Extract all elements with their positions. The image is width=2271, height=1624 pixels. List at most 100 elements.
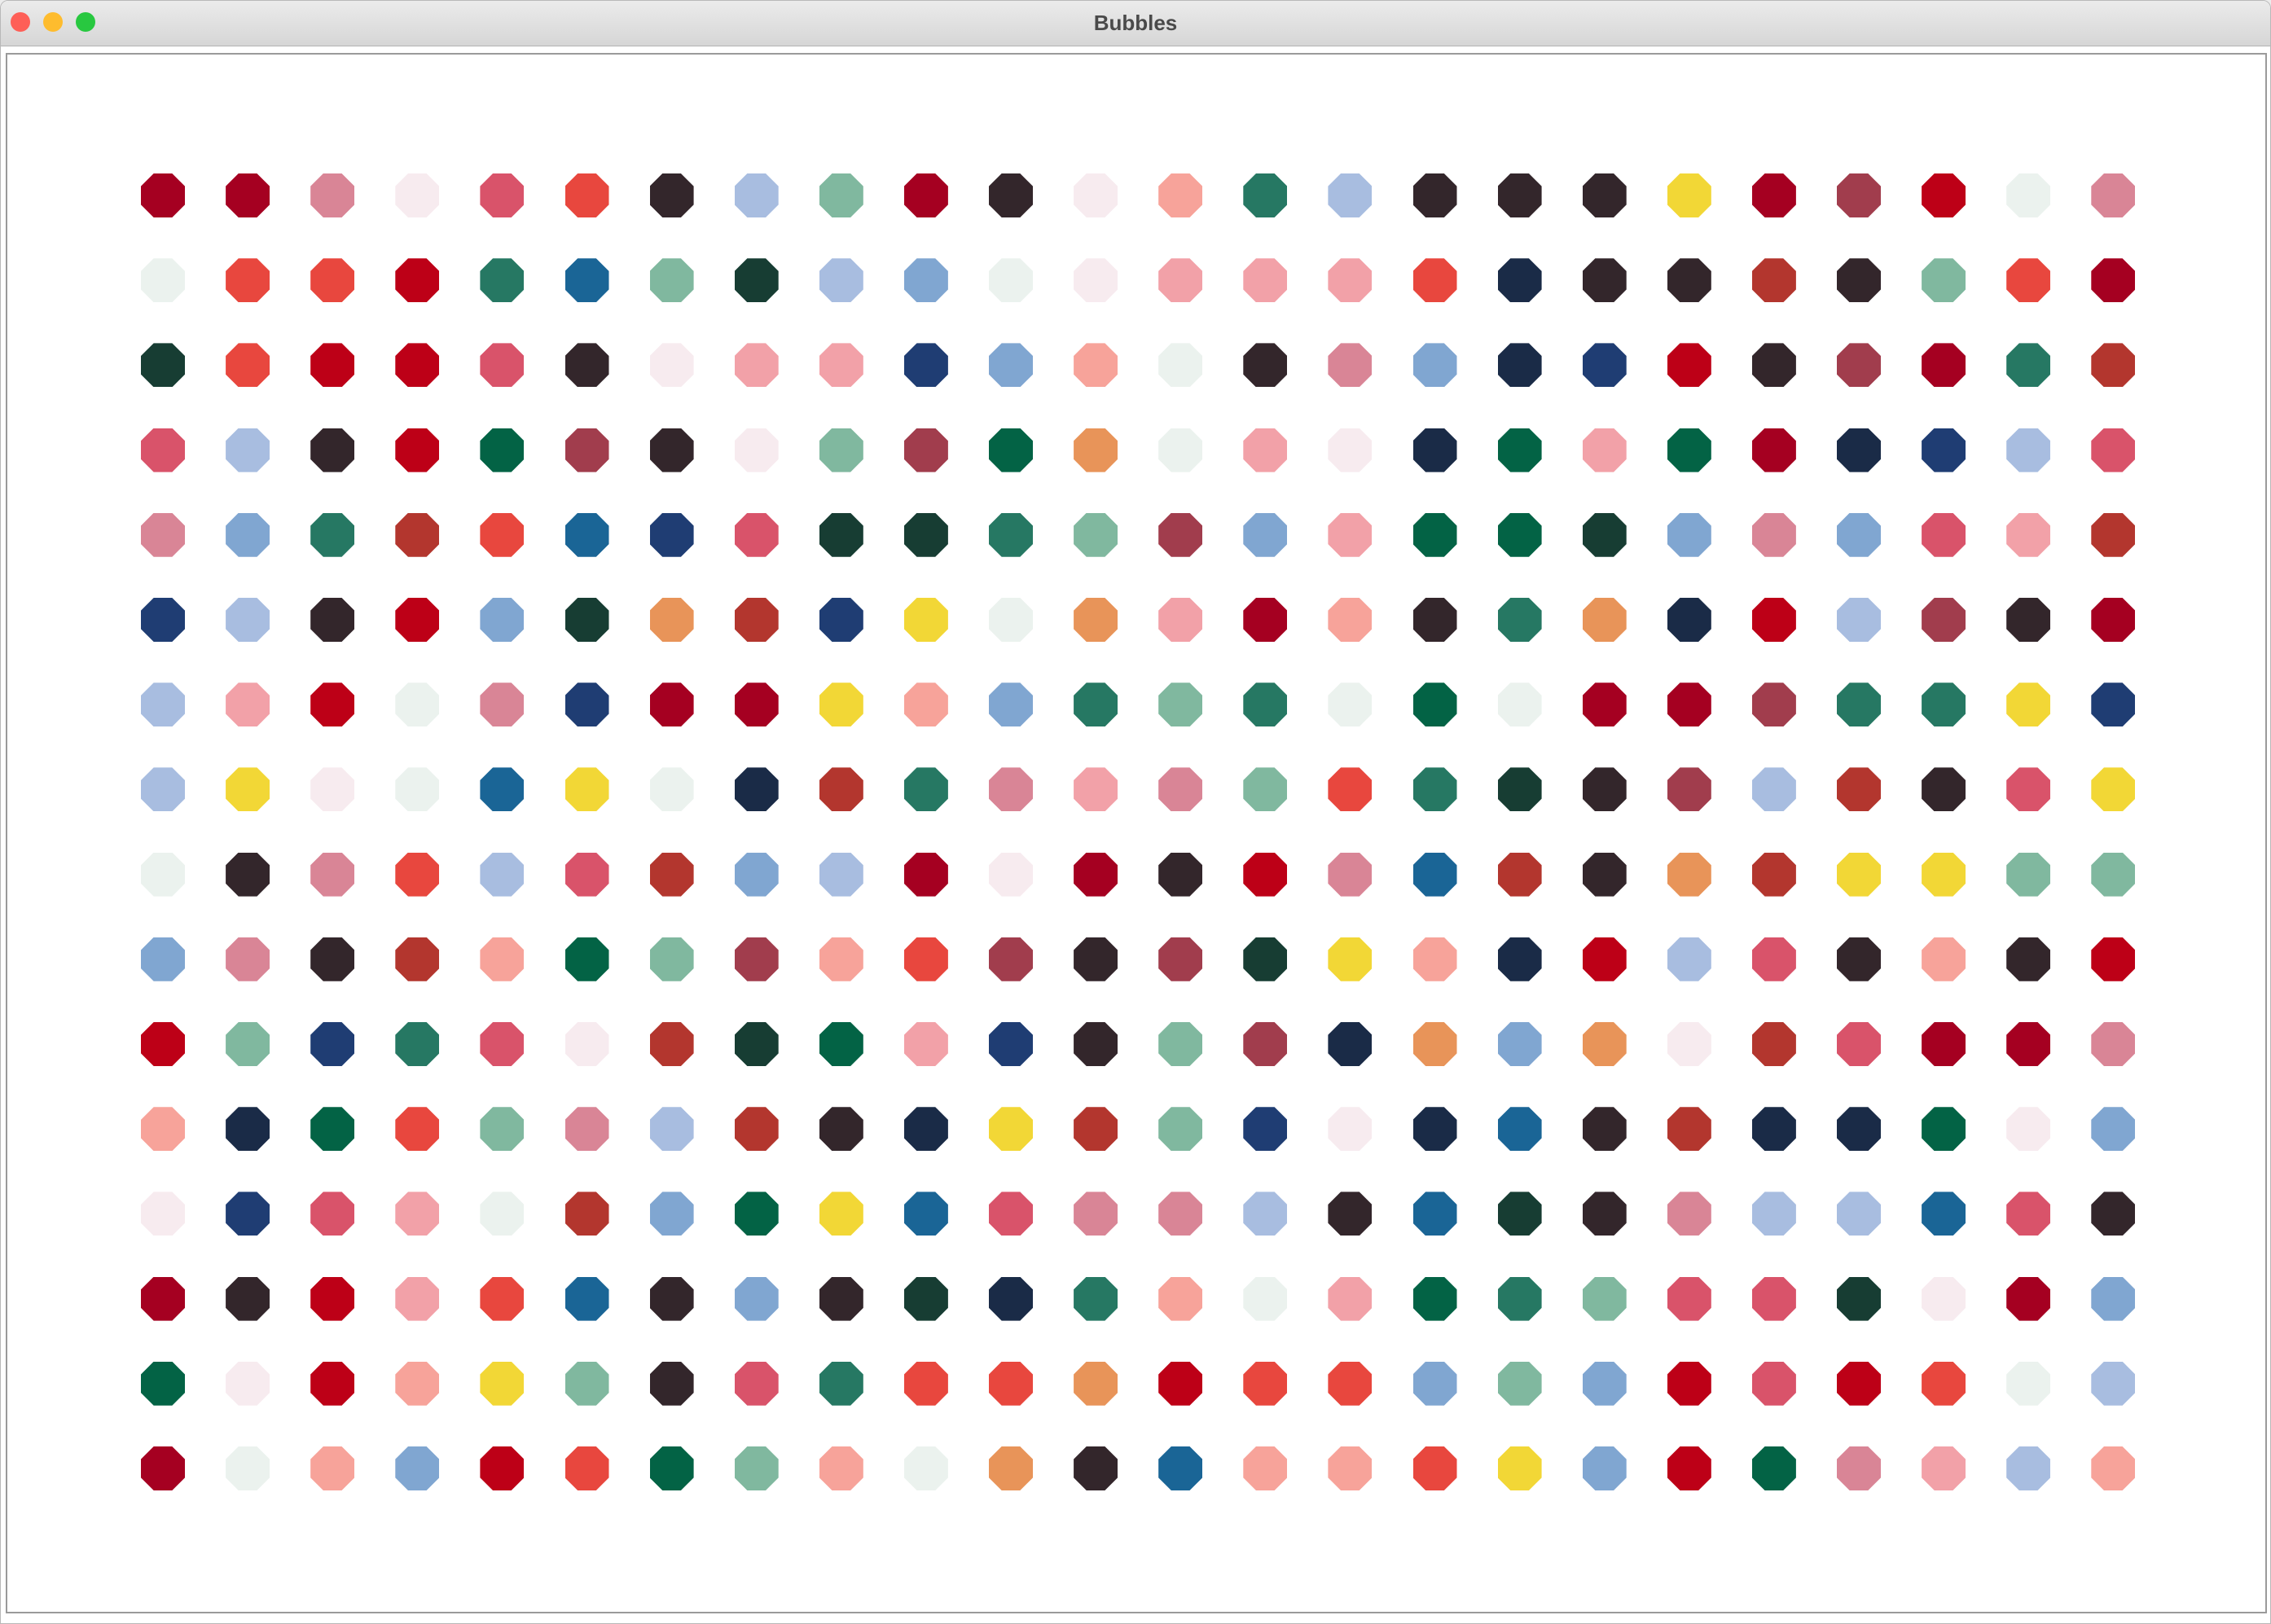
bubble[interactable]: [1328, 1107, 1373, 1152]
bubble[interactable]: [395, 173, 440, 217]
bubble[interactable]: [395, 1361, 440, 1406]
bubble[interactable]: [1243, 1022, 1288, 1066]
bubble[interactable]: [649, 1446, 694, 1490]
bubble[interactable]: [310, 1192, 355, 1236]
bubble[interactable]: [395, 683, 440, 727]
bubble[interactable]: [1243, 428, 1288, 472]
bubble[interactable]: [819, 343, 863, 388]
bubble[interactable]: [226, 512, 270, 557]
bubble[interactable]: [1158, 173, 1203, 217]
bubble[interactable]: [1074, 1276, 1118, 1321]
bubble[interactable]: [1158, 937, 1203, 981]
bubble[interactable]: [1667, 1192, 1711, 1236]
bubble[interactable]: [1412, 1022, 1457, 1066]
bubble[interactable]: [903, 852, 948, 897]
bubble[interactable]: [734, 258, 779, 303]
bubble[interactable]: [734, 428, 779, 472]
bubble[interactable]: [734, 598, 779, 642]
bubble[interactable]: [1667, 1276, 1711, 1321]
bubble[interactable]: [395, 852, 440, 897]
bubble[interactable]: [819, 1192, 863, 1236]
bubble[interactable]: [480, 428, 525, 472]
bubble[interactable]: [1922, 937, 1966, 981]
bubble[interactable]: [1412, 937, 1457, 981]
bubble[interactable]: [1837, 1361, 1881, 1406]
bubble[interactable]: [819, 1107, 863, 1152]
bubble[interactable]: [1922, 428, 1966, 472]
bubble[interactable]: [734, 852, 779, 897]
bubble[interactable]: [903, 1361, 948, 1406]
bubble[interactable]: [226, 937, 270, 981]
bubble[interactable]: [1328, 1361, 1373, 1406]
bubble[interactable]: [226, 1276, 270, 1321]
bubble[interactable]: [1243, 173, 1288, 217]
bubble[interactable]: [1667, 1446, 1711, 1490]
bubble[interactable]: [1158, 1022, 1203, 1066]
bubble[interactable]: [1837, 683, 1881, 727]
bubble[interactable]: [2006, 1361, 2051, 1406]
bubble[interactable]: [1582, 852, 1627, 897]
bubble[interactable]: [1667, 1361, 1711, 1406]
bubble[interactable]: [1837, 767, 1881, 812]
bubble[interactable]: [1243, 852, 1288, 897]
bubble[interactable]: [1922, 1361, 1966, 1406]
bubble[interactable]: [1328, 1276, 1373, 1321]
bubble[interactable]: [989, 683, 1033, 727]
bubble[interactable]: [903, 258, 948, 303]
bubble[interactable]: [480, 1022, 525, 1066]
bubble[interactable]: [395, 937, 440, 981]
bubble[interactable]: [734, 1361, 779, 1406]
bubble[interactable]: [1667, 1107, 1711, 1152]
bubble[interactable]: [1582, 512, 1627, 557]
bubble[interactable]: [141, 343, 185, 388]
bubble[interactable]: [395, 343, 440, 388]
bubble[interactable]: [1751, 512, 1796, 557]
bubble[interactable]: [1158, 598, 1203, 642]
bubble[interactable]: [903, 937, 948, 981]
bubble[interactable]: [1328, 683, 1373, 727]
bubble[interactable]: [480, 852, 525, 897]
bubble[interactable]: [1328, 598, 1373, 642]
bubble[interactable]: [1582, 343, 1627, 388]
bubble[interactable]: [1667, 852, 1711, 897]
bubble[interactable]: [1074, 428, 1118, 472]
bubble[interactable]: [1922, 852, 1966, 897]
bubble[interactable]: [2091, 683, 2136, 727]
bubble[interactable]: [1922, 258, 1966, 303]
bubble[interactable]: [1837, 1192, 1881, 1236]
bubble[interactable]: [1751, 598, 1796, 642]
bubble[interactable]: [395, 1107, 440, 1152]
bubble[interactable]: [480, 767, 525, 812]
bubble[interactable]: [1074, 767, 1118, 812]
bubble[interactable]: [395, 1276, 440, 1321]
bubble[interactable]: [1412, 1276, 1457, 1321]
bubble[interactable]: [1497, 428, 1542, 472]
bubble[interactable]: [480, 937, 525, 981]
bubble[interactable]: [2091, 512, 2136, 557]
bubble[interactable]: [734, 173, 779, 217]
bubble[interactable]: [1497, 1361, 1542, 1406]
bubble[interactable]: [1074, 1446, 1118, 1490]
bubble[interactable]: [1328, 512, 1373, 557]
bubble[interactable]: [1922, 683, 1966, 727]
bubble[interactable]: [1243, 1107, 1288, 1152]
bubble[interactable]: [1751, 258, 1796, 303]
bubble[interactable]: [989, 173, 1033, 217]
bubble[interactable]: [819, 173, 863, 217]
bubble[interactable]: [310, 1276, 355, 1321]
bubble[interactable]: [310, 1446, 355, 1490]
bubble[interactable]: [1412, 767, 1457, 812]
bubble[interactable]: [649, 1361, 694, 1406]
bubble[interactable]: [2006, 937, 2051, 981]
bubble[interactable]: [734, 1022, 779, 1066]
bubble[interactable]: [734, 767, 779, 812]
bubble[interactable]: [2006, 258, 2051, 303]
bubble[interactable]: [2091, 767, 2136, 812]
bubble[interactable]: [1582, 937, 1627, 981]
bubble[interactable]: [1412, 258, 1457, 303]
bubble[interactable]: [1837, 1022, 1881, 1066]
bubble[interactable]: [1412, 683, 1457, 727]
bubble[interactable]: [1328, 1192, 1373, 1236]
bubble[interactable]: [480, 683, 525, 727]
bubble[interactable]: [2091, 1446, 2136, 1490]
